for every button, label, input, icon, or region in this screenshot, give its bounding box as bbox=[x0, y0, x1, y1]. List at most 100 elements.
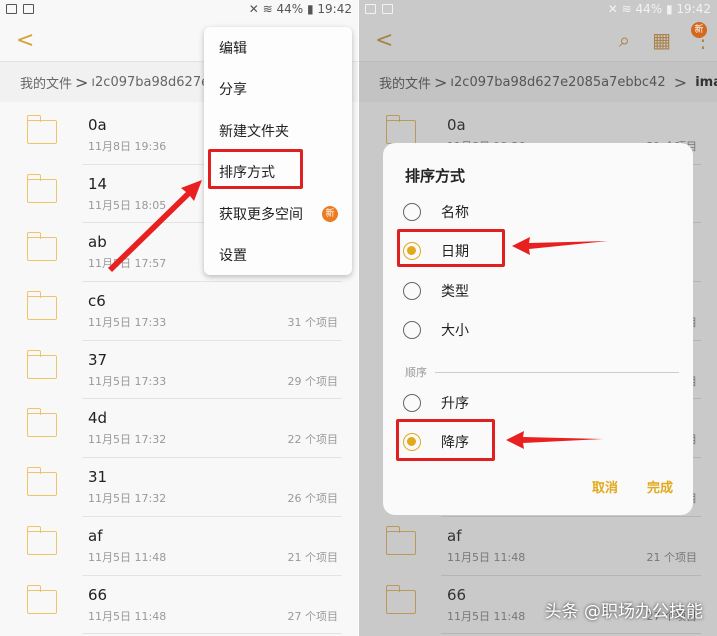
order-option-ascending[interactable]: 升序 bbox=[403, 393, 469, 413]
folder-name: 66 bbox=[88, 585, 108, 604]
battery-level: 44% bbox=[635, 2, 663, 16]
folder-name: af bbox=[447, 526, 462, 545]
clock: 19:42 bbox=[676, 2, 711, 16]
folder-name: 0a bbox=[88, 116, 107, 134]
folder-row[interactable]: 31 11月5日 17:32 26 个项目 bbox=[0, 458, 358, 517]
option-label: 大小 bbox=[441, 323, 469, 339]
battery-level: 44% bbox=[276, 2, 304, 16]
folder-row[interactable]: af 11月5日 11:48 21 个项目 bbox=[359, 517, 717, 576]
more-options-icon[interactable]: ⋮ 新 bbox=[691, 22, 713, 52]
breadcrumb: 我的文件>ı2c097ba98d627e2085a7ebbc42 > image… bbox=[359, 62, 717, 102]
mute-icon: ✕ ≋ bbox=[607, 2, 636, 16]
folder-date: 11月5日 17:33 bbox=[88, 374, 167, 388]
folder-row[interactable]: 37 11月5日 17:33 29 个项目 bbox=[0, 341, 358, 400]
folder-name: 4d bbox=[88, 409, 108, 428]
folder-row[interactable]: c6 11月5日 17:33 31 个项目 bbox=[0, 282, 358, 341]
clock: 19:42 bbox=[317, 2, 352, 16]
breadcrumb-folder[interactable]: ı2c097ba98d627e2085a7ebbc42 bbox=[450, 75, 665, 90]
folder-icon bbox=[26, 467, 57, 497]
highlight-box-descending bbox=[396, 419, 495, 461]
folder-date: 11月5日 11:48 bbox=[447, 609, 526, 623]
back-icon[interactable]: < bbox=[375, 28, 393, 53]
folder-item-count: 29 个项目 bbox=[287, 374, 339, 388]
order-label: 顺序 bbox=[405, 366, 427, 379]
done-button[interactable]: 完成 bbox=[647, 477, 673, 496]
menu-item-label: 编辑 bbox=[219, 40, 247, 57]
new-badge: 新 bbox=[322, 205, 338, 222]
folder-item-count: 21 个项目 bbox=[646, 550, 698, 564]
radio-button[interactable] bbox=[403, 282, 421, 300]
option-label: 名称 bbox=[441, 205, 469, 221]
folder-date: 11月5日 11:48 bbox=[447, 550, 526, 564]
new-badge: 新 bbox=[691, 22, 707, 38]
menu-item-new-folder[interactable]: 新建文件夹 bbox=[204, 110, 352, 152]
folder-icon bbox=[26, 584, 57, 614]
folder-item-count: 21 个项目 bbox=[287, 550, 339, 564]
back-icon[interactable]: < bbox=[16, 28, 34, 53]
folder-icon bbox=[26, 173, 57, 203]
folder-date: 11月5日 18:05 bbox=[88, 198, 167, 212]
image-notification-icon bbox=[365, 4, 376, 14]
mute-icon: ✕ ≋ bbox=[248, 2, 277, 16]
folder-name: af bbox=[88, 526, 103, 545]
folder-item-count: 27 个项目 bbox=[287, 609, 339, 623]
folder-row[interactable]: 4d 11月5日 17:32 22 个项目 bbox=[0, 399, 358, 459]
highlight-box-date bbox=[397, 229, 505, 267]
folder-name: 66 bbox=[447, 585, 467, 604]
order-section-header: 顺序 bbox=[405, 364, 679, 380]
sort-option-type[interactable]: 类型 bbox=[403, 281, 469, 301]
folder-date: 11月5日 17:57 bbox=[88, 257, 167, 271]
watermark: 头条 @职场办公技能 bbox=[544, 602, 703, 622]
folder-date: 11月8日 19:36 bbox=[88, 140, 167, 153]
folder-date: 11月5日 11:48 bbox=[88, 609, 167, 623]
menu-item-label: 设置 bbox=[219, 248, 247, 265]
radio-button[interactable] bbox=[403, 203, 421, 221]
divider bbox=[82, 633, 342, 635]
menu-item-edit[interactable]: 编辑 bbox=[204, 27, 352, 69]
breadcrumb-current[interactable]: image2 bbox=[695, 75, 717, 90]
folder-name: 31 bbox=[88, 468, 108, 487]
left-screen: ✕ ≋ 44% ▮ 19:42 < 我的文件 > ı2c097ba98d627e20… bbox=[0, 0, 358, 636]
menu-item-settings[interactable]: 设置 bbox=[204, 235, 352, 277]
image-notification-icon bbox=[6, 4, 17, 14]
folder-name: 37 bbox=[88, 350, 108, 369]
menu-item-share[interactable]: 分享 bbox=[204, 69, 352, 111]
folder-icon bbox=[385, 584, 416, 614]
breadcrumb-root[interactable]: 我的文件 bbox=[20, 73, 72, 92]
divider bbox=[441, 633, 701, 635]
folder-date: 11月5日 17:33 bbox=[88, 316, 167, 330]
status-bar: ✕ ≋ 44% ▮ 19:42 bbox=[0, 0, 358, 18]
folder-row[interactable]: 66 11月5日 11:48 27 个项目 bbox=[0, 576, 358, 635]
sort-option-name[interactable]: 名称 bbox=[403, 202, 469, 222]
divider bbox=[435, 371, 679, 373]
chevron-right-icon: > bbox=[434, 72, 448, 92]
folder-icon bbox=[26, 408, 57, 438]
folder-name: 14 bbox=[88, 174, 108, 193]
sort-option-size[interactable]: 大小 bbox=[403, 320, 469, 340]
menu-item-label: 新建文件夹 bbox=[219, 123, 289, 140]
dialog-title: 排序方式 bbox=[405, 167, 466, 185]
menu-item-get-more-space[interactable]: 获取更多空间 新 bbox=[204, 193, 352, 235]
radio-button[interactable] bbox=[403, 394, 421, 412]
option-label: 升序 bbox=[441, 396, 469, 412]
battery-icon: ▮ bbox=[665, 2, 673, 16]
file-notification-icon bbox=[382, 4, 393, 14]
folder-row[interactable]: af 11月5日 11:48 21 个项目 bbox=[0, 517, 358, 576]
highlight-box-sort bbox=[208, 149, 303, 189]
radio-button[interactable] bbox=[403, 321, 421, 339]
search-icon[interactable]: ⌕ bbox=[619, 28, 630, 52]
folder-name: c6 bbox=[88, 292, 106, 311]
folder-icon bbox=[26, 232, 57, 262]
folder-date: 11月5日 11:48 bbox=[88, 550, 167, 564]
menu-item-label: 分享 bbox=[219, 82, 247, 99]
folder-icon bbox=[385, 115, 416, 144]
toolbar: < ⌕ ▦ ⋮ 新 bbox=[359, 18, 717, 62]
folder-item-count: 22 个项目 bbox=[287, 433, 339, 447]
folder-icon bbox=[26, 349, 57, 379]
grid-view-icon[interactable]: ▦ bbox=[652, 28, 671, 52]
file-notification-icon bbox=[23, 4, 34, 14]
breadcrumb-root[interactable]: 我的文件 bbox=[379, 73, 431, 92]
folder-icon bbox=[385, 525, 416, 555]
cancel-button[interactable]: 取消 bbox=[592, 477, 618, 496]
folder-icon bbox=[26, 115, 57, 144]
